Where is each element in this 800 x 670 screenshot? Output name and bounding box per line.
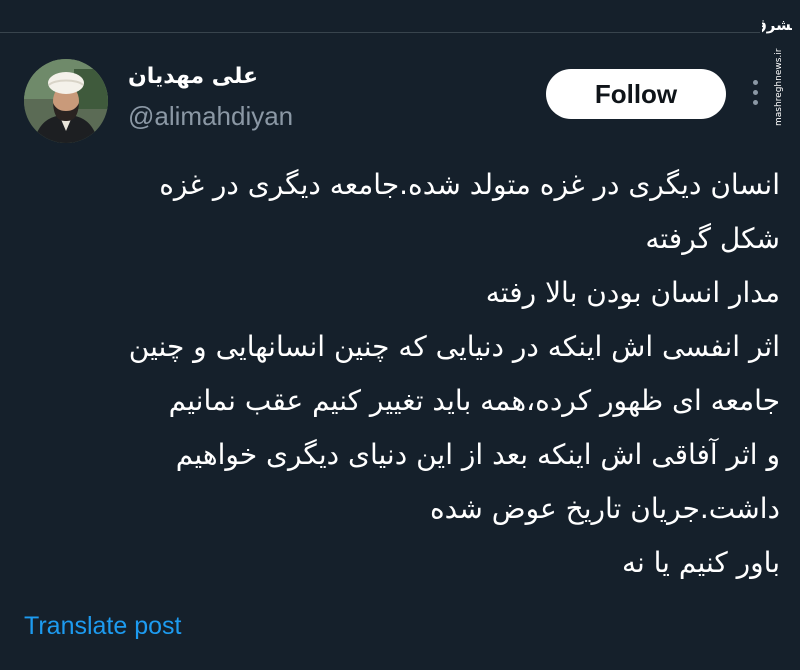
author-display-name[interactable]: علی مهدیان (128, 64, 328, 89)
watermark-logo: مشرق mashreghnews.ir (753, 8, 800, 128)
dot (752, 90, 758, 95)
tweet-line: داشت.جریان تاریخ عوض شده (429, 492, 780, 525)
tweet-body: انسان دیگری در غزه متولد شده.جامعه دیگری… (22, 158, 780, 590)
tweet-line: مدار انسان بودن بالا رفته (485, 276, 780, 309)
tweet-line: باور کنیم یا نه (621, 546, 780, 579)
tweet-line: جامعه ای ظهور کرده،همه باید تغییر کنیم ع… (168, 384, 780, 417)
translate-post-link[interactable]: Translate post (24, 612, 181, 641)
tweet-line: و اثر آفاقی اش اینکه بعد از این دنیای دی… (175, 438, 780, 471)
dot (752, 100, 758, 105)
divider (0, 32, 760, 33)
svg-text:مشرق: مشرق (762, 16, 792, 34)
tweet-screenshot: مشرق mashreghnews.ir علی مهدیان @alimahd… (0, 0, 800, 670)
tweet-line: اثر انفسی اش اینکه در دنیایی که چنین انس… (128, 330, 780, 363)
svg-text:mashreghnews.ir: mashreghnews.ir (774, 48, 784, 126)
tweet-line: شکل گرفته (645, 222, 780, 255)
avatar[interactable] (24, 59, 108, 143)
author-handle[interactable]: @alimahdiyan (128, 101, 293, 132)
more-dots-icon[interactable] (750, 80, 760, 110)
tweet-line: انسان دیگری در غزه متولد شده.جامعه دیگری… (159, 168, 780, 201)
follow-button[interactable]: Follow (546, 69, 726, 119)
user-avatar-icon (24, 59, 108, 143)
dot (752, 80, 758, 85)
